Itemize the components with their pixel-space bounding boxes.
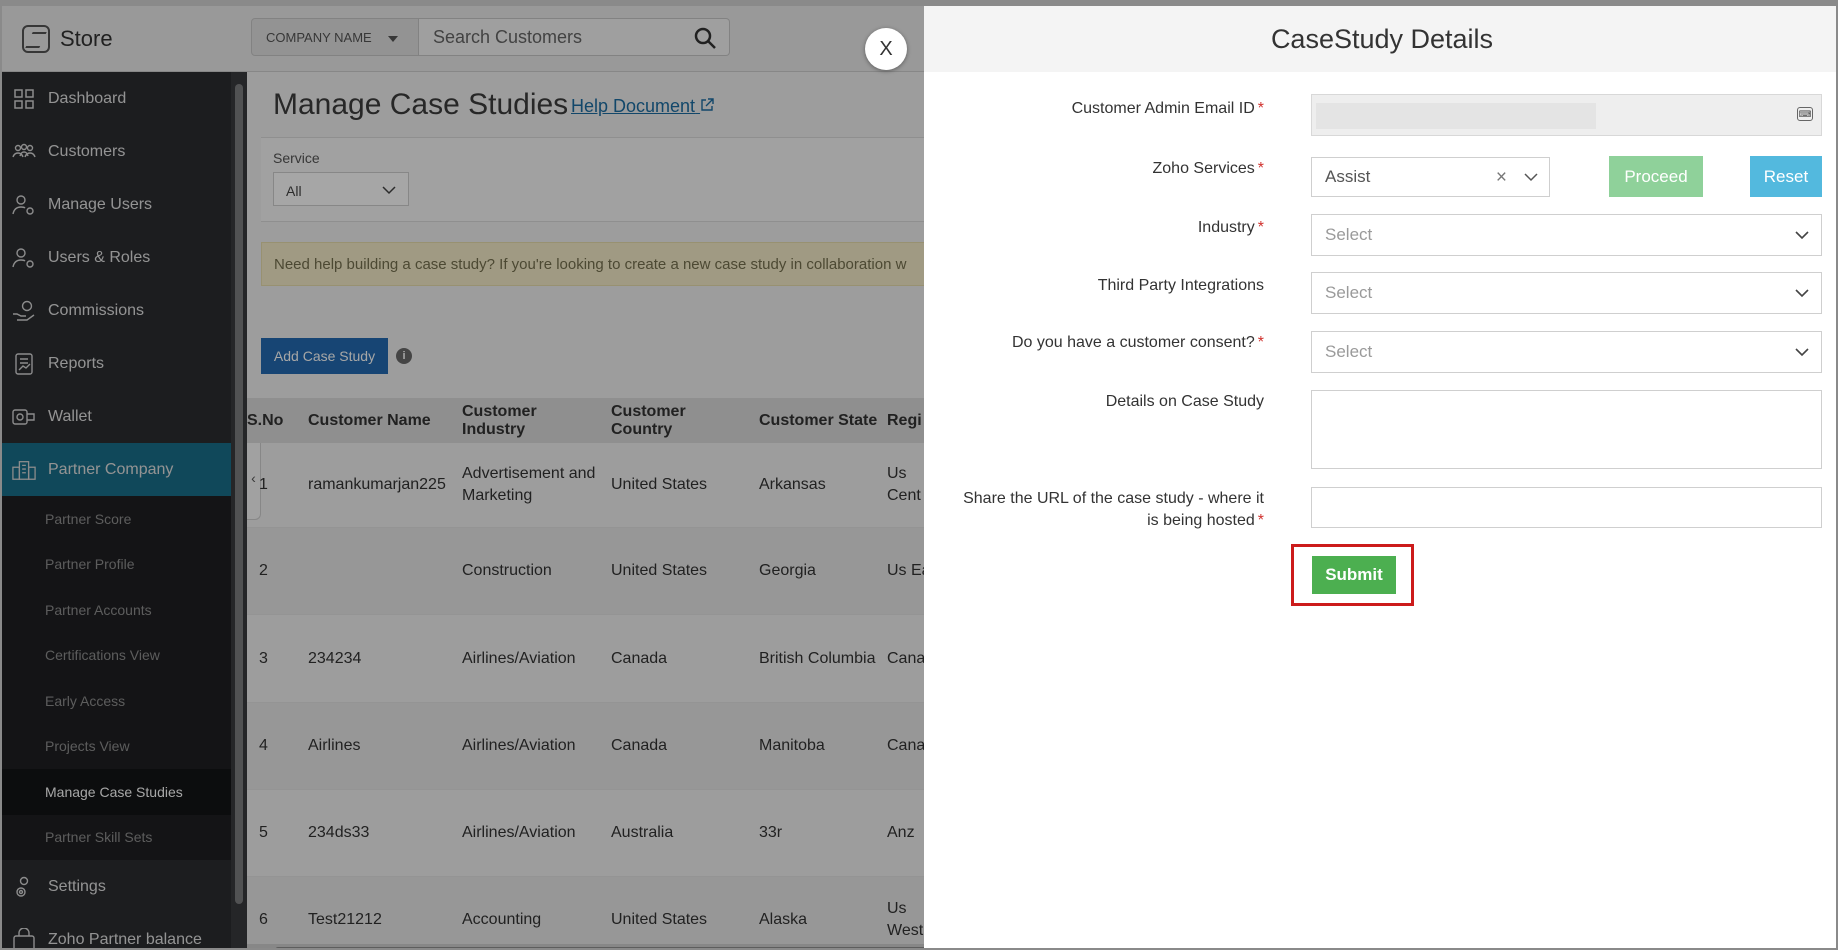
chevron-down-icon bbox=[1793, 284, 1811, 307]
email-field-label: Customer Admin Email ID * bbox=[1072, 98, 1264, 120]
integrations-label-text: Third Party Integrations bbox=[1097, 277, 1264, 294]
modal-backdrop[interactable] bbox=[2, 6, 924, 948]
zoho-services-field-label: Zoho Services * bbox=[1153, 158, 1265, 180]
app-window: Store Dashboard Customers Manage Users U… bbox=[0, 0, 1838, 950]
chevron-down-icon bbox=[1793, 226, 1811, 249]
industry-placeholder: Select bbox=[1325, 225, 1373, 244]
required-marker: * bbox=[1257, 160, 1264, 177]
details-label-text: Details on Case Study bbox=[1105, 393, 1264, 410]
third-party-integrations-select[interactable]: Select bbox=[1311, 272, 1822, 314]
industry-label-text: Industry bbox=[1197, 219, 1255, 236]
consent-label-text: Do you have a customer consent? bbox=[1011, 334, 1255, 351]
url-field-label: Share the URL of the case study - where … bbox=[963, 488, 1264, 532]
industry-field-label: Industry * bbox=[1198, 217, 1264, 239]
email-value-redacted bbox=[1316, 103, 1596, 129]
required-marker: * bbox=[1257, 100, 1264, 117]
close-button[interactable]: X bbox=[865, 28, 907, 70]
panel-title: CaseStudy Details bbox=[924, 6, 1836, 72]
required-marker: * bbox=[1257, 219, 1264, 236]
proceed-button[interactable]: Proceed bbox=[1609, 156, 1703, 197]
consent-field-label: Do you have a customer consent? * bbox=[1012, 332, 1264, 354]
industry-select[interactable]: Select bbox=[1311, 214, 1822, 256]
case-study-url-input[interactable] bbox=[1311, 487, 1822, 528]
required-marker: * bbox=[1257, 512, 1264, 529]
details-field-label: Details on Case Study bbox=[1106, 391, 1264, 413]
case-study-details-panel: CaseStudy Details Customer Admin Email I… bbox=[924, 6, 1836, 948]
customer-consent-select[interactable]: Select bbox=[1311, 331, 1822, 373]
integrations-placeholder: Select bbox=[1325, 283, 1373, 302]
clear-icon[interactable]: × bbox=[1496, 167, 1507, 189]
url-label-line1: Share the URL of the case study - where … bbox=[963, 490, 1264, 507]
submit-button[interactable]: Submit bbox=[1312, 556, 1396, 594]
integrations-field-label: Third Party Integrations bbox=[1098, 275, 1264, 297]
chevron-down-icon bbox=[1523, 169, 1539, 190]
reset-button[interactable]: Reset bbox=[1750, 156, 1822, 197]
zoho-services-value: Assist bbox=[1325, 167, 1371, 186]
consent-placeholder: Select bbox=[1325, 342, 1373, 361]
url-label-line2: is being hosted bbox=[1147, 512, 1255, 529]
keyboard-icon[interactable]: ⌨ bbox=[1797, 107, 1813, 121]
required-marker: * bbox=[1257, 334, 1264, 351]
email-label-text: Customer Admin Email ID bbox=[1071, 100, 1255, 117]
zoho-services-select[interactable]: Assist × bbox=[1311, 157, 1550, 197]
zoho-services-label-text: Zoho Services bbox=[1152, 160, 1255, 177]
customer-admin-email-field[interactable]: ⌨ bbox=[1311, 94, 1822, 136]
case-study-details-textarea[interactable] bbox=[1311, 390, 1822, 469]
chevron-down-icon bbox=[1793, 343, 1811, 366]
